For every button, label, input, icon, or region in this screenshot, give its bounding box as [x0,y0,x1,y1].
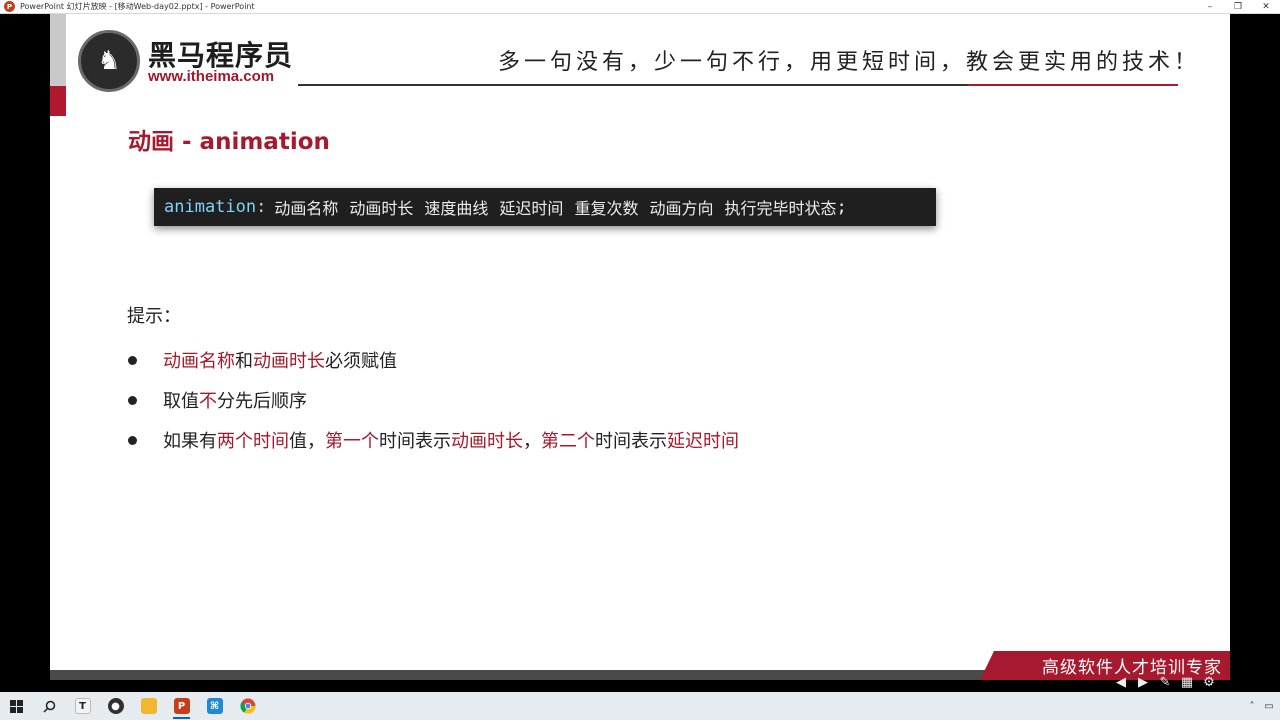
code-param: 动画方向 [649,199,714,218]
tip-list: 动画名称和动画时长 必须赋值 取值不分先后顺序 如果有 两个时间 值， 第一个 时间表示 动画时… [128,340,739,460]
highlight-text: 第一个 [325,431,379,452]
slide-heading: 动画 - animation [128,129,330,155]
code-param: 速度曲线 [424,199,489,218]
pen-icon[interactable]: ✎ [1156,673,1174,691]
bullet-dot-icon [128,435,137,445]
code-param: 动画时长 [349,199,414,218]
code-colon: : [256,197,267,217]
system-tray: ˄ ▭ [1242,692,1276,720]
bullet-text: 和 [235,351,253,372]
letterbox-right [1230,14,1280,680]
tip-bullet: 动画名称和动画时长 必须赋值 [128,340,739,380]
typora-icon: T [74,698,91,714]
active-indicator [173,717,190,719]
minimize-button[interactable]: – [1196,0,1224,14]
bullet-text: 值， [289,431,325,452]
code-property: animation [164,197,257,217]
tip-label: 提示： [127,306,181,327]
letterbox-left [0,14,50,680]
highlight-text: 动画名称 [163,351,235,372]
highlight-text: 第二个 [541,431,595,452]
highlight-text: 延迟时间 [667,431,739,452]
code-icon: ⌘ [206,698,223,714]
bullet-dot-icon [128,355,137,365]
header-divider-accent [968,84,1178,86]
decor-strip-red [50,86,66,116]
bullet-text: 必须赋值 [325,351,397,372]
code-param: 执行完毕时状态 [724,199,837,218]
restore-button[interactable]: ❐ [1224,0,1252,14]
window-title: PowerPoint 幻灯片放映 - [移动Web-day02.pptx] - … [20,2,255,11]
bullet-dot-icon [128,395,137,405]
tip-bullet: 如果有 两个时间 值， 第一个 时间表示 动画时长，第二个 时间表示 延迟时间 [128,420,739,460]
grid-icon[interactable]: ▦ [1178,673,1196,691]
code-param: 延迟时间 [499,199,564,218]
taskbar-vscode[interactable]: ⌘ [198,692,231,720]
highlight-text: 不 [199,391,217,412]
network-icon[interactable]: ▭ [1262,699,1276,713]
bullet-text: ， [523,431,541,452]
taskbar: T ● P ⌘ ˄ ▭ [0,692,1280,720]
slideshow-controls: ◀ ▶ ✎ ▦ ⚙ [1108,673,1218,691]
chevron-up-icon[interactable]: ˄ [1245,699,1259,713]
window-controls: – ❐ ✕ [1196,0,1280,14]
tip-bullet: 取值不分先后顺序 [128,380,739,420]
code-param: 动画名称 [274,199,339,218]
next-slide-icon[interactable]: ▶ [1134,673,1152,691]
taskbar-typora[interactable]: T [66,692,99,720]
powerpoint-icon: P [4,1,15,12]
highlight-text: 动画时长 [451,431,523,452]
chrome-icon [239,698,256,714]
search-icon [43,700,56,713]
code-snippet: animation : 动画名称 动画时长 速度曲线 延迟时间 重复次数 动画方… [154,188,936,226]
settings-icon[interactable]: ⚙ [1200,673,1218,691]
previous-slide-icon[interactable]: ◀ [1112,673,1130,691]
window-titlebar: P PowerPoint 幻灯片放映 - [移动Web-day02.pptx] … [0,0,1280,14]
windows-icon [10,699,23,713]
bullet-text: 取值 [163,391,199,412]
taskbar-explorer[interactable] [132,692,165,720]
slide[interactable]: ♞ 黑马程序员 www.itheima.com 多一句没有，少一句不行，用更短时… [50,14,1230,680]
bullet-text: 分先后顺序 [217,391,307,412]
code-terminator: ; [836,197,847,217]
bullet-text: 如果有 [163,431,217,452]
taskbar-powerpoint[interactable]: P [165,692,198,720]
bullet-text: 时间表示 [379,431,451,452]
highlight-text: 两个时间 [217,431,289,452]
search-button[interactable] [33,692,66,720]
record-icon: ● [107,698,124,714]
taskbar-chrome[interactable] [231,692,264,720]
decor-strip-gray [50,14,66,86]
close-button[interactable]: ✕ [1252,0,1280,14]
taskbar-obs[interactable]: ● [99,692,132,720]
highlight-text: 动画时长 [253,351,325,372]
powerpoint-taskbar-icon: P [173,698,190,714]
code-param: 重复次数 [574,199,639,218]
bullet-text: 时间表示 [595,431,667,452]
slogan: 多一句没有，少一句不行，用更短时间，教会更实用的技术！ [498,50,1201,75]
folder-icon [140,698,157,714]
brand-logo: ♞ 黑马程序员 www.itheima.com [78,30,308,92]
start-button[interactable] [0,692,33,720]
logo-url: www.itheima.com [148,68,275,85]
horse-logo-icon: ♞ [78,30,140,92]
